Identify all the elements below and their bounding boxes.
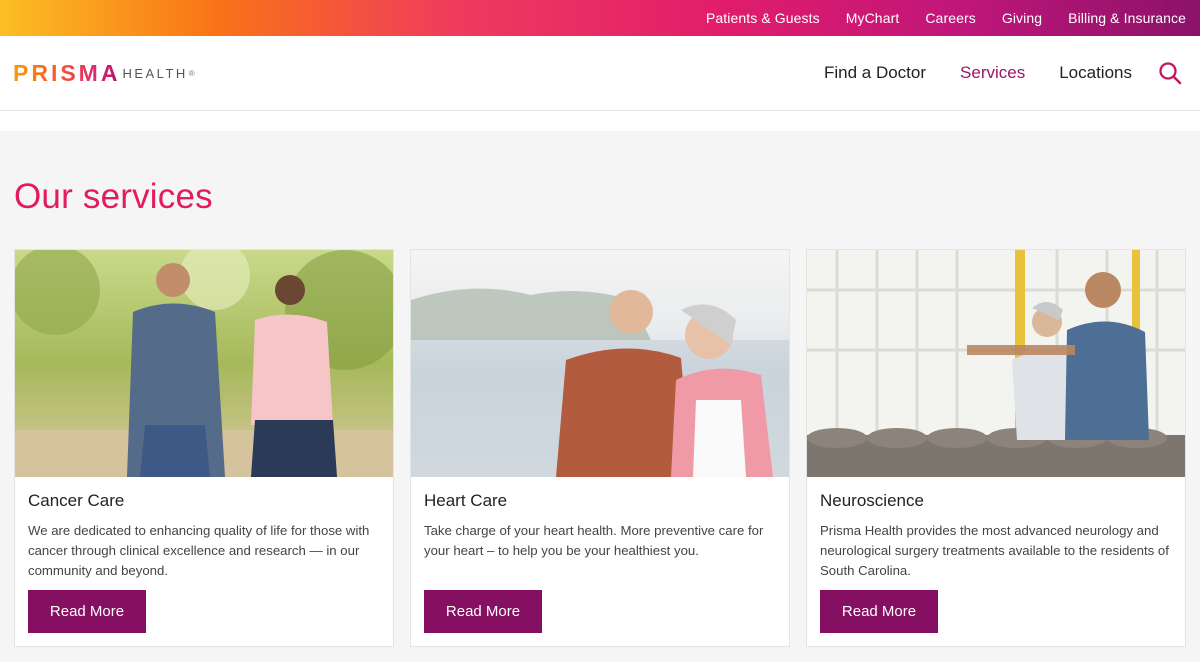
heart-care-photo [411, 250, 789, 477]
service-card-cancer-care: Cancer Care We are dedicated to enhancin… [14, 249, 394, 647]
utility-link-billing-insurance[interactable]: Billing & Insurance [1068, 10, 1186, 26]
main-nav: Find a Doctor Services Locations [790, 61, 1182, 85]
logo-subtext: HEALTH [122, 65, 188, 81]
search-icon[interactable] [1158, 61, 1182, 85]
utility-link-giving[interactable]: Giving [1002, 10, 1042, 26]
read-more-button[interactable]: Read More [820, 590, 938, 633]
header-spacer [0, 111, 1200, 131]
card-title: Neuroscience [820, 491, 924, 510]
utility-link-mychart[interactable]: MyChart [846, 10, 900, 26]
utility-link-patients-guests[interactable]: Patients & Guests [706, 10, 820, 26]
nav-services[interactable]: Services [960, 63, 1025, 83]
card-description: Take charge of your heart health. More p… [424, 523, 764, 558]
services-section: Our services Cancer Care We are dedicate… [0, 131, 1200, 662]
utility-bar: Patients & Guests MyChart Careers Giving… [0, 0, 1200, 36]
utility-link-careers[interactable]: Careers [925, 10, 976, 26]
card-title: Cancer Care [28, 491, 125, 510]
nav-locations[interactable]: Locations [1059, 63, 1132, 83]
logo-registered-mark: ® [188, 68, 195, 78]
services-cards: Cancer Care We are dedicated to enhancin… [14, 249, 1186, 647]
cancer-care-photo [15, 250, 393, 477]
service-card-heart-care: Heart Care Take charge of your heart hea… [410, 249, 790, 647]
neuroscience-photo [807, 250, 1185, 477]
main-header: PRISMA HEALTH ® Find a Doctor Services L… [0, 36, 1200, 111]
logo-mark: PRISMA [13, 59, 121, 86]
service-card-neuroscience: Neuroscience Prisma Health provides the … [806, 249, 1186, 647]
read-more-button[interactable]: Read More [28, 590, 146, 633]
read-more-button[interactable]: Read More [424, 590, 542, 633]
card-description: Prisma Health provides the most advanced… [820, 523, 1169, 578]
nav-find-a-doctor[interactable]: Find a Doctor [824, 63, 926, 83]
prisma-health-logo[interactable]: PRISMA HEALTH ® [13, 59, 195, 86]
card-description: We are dedicated to enhancing quality of… [28, 523, 370, 578]
card-title: Heart Care [424, 491, 508, 510]
section-heading: Our services [14, 177, 213, 216]
